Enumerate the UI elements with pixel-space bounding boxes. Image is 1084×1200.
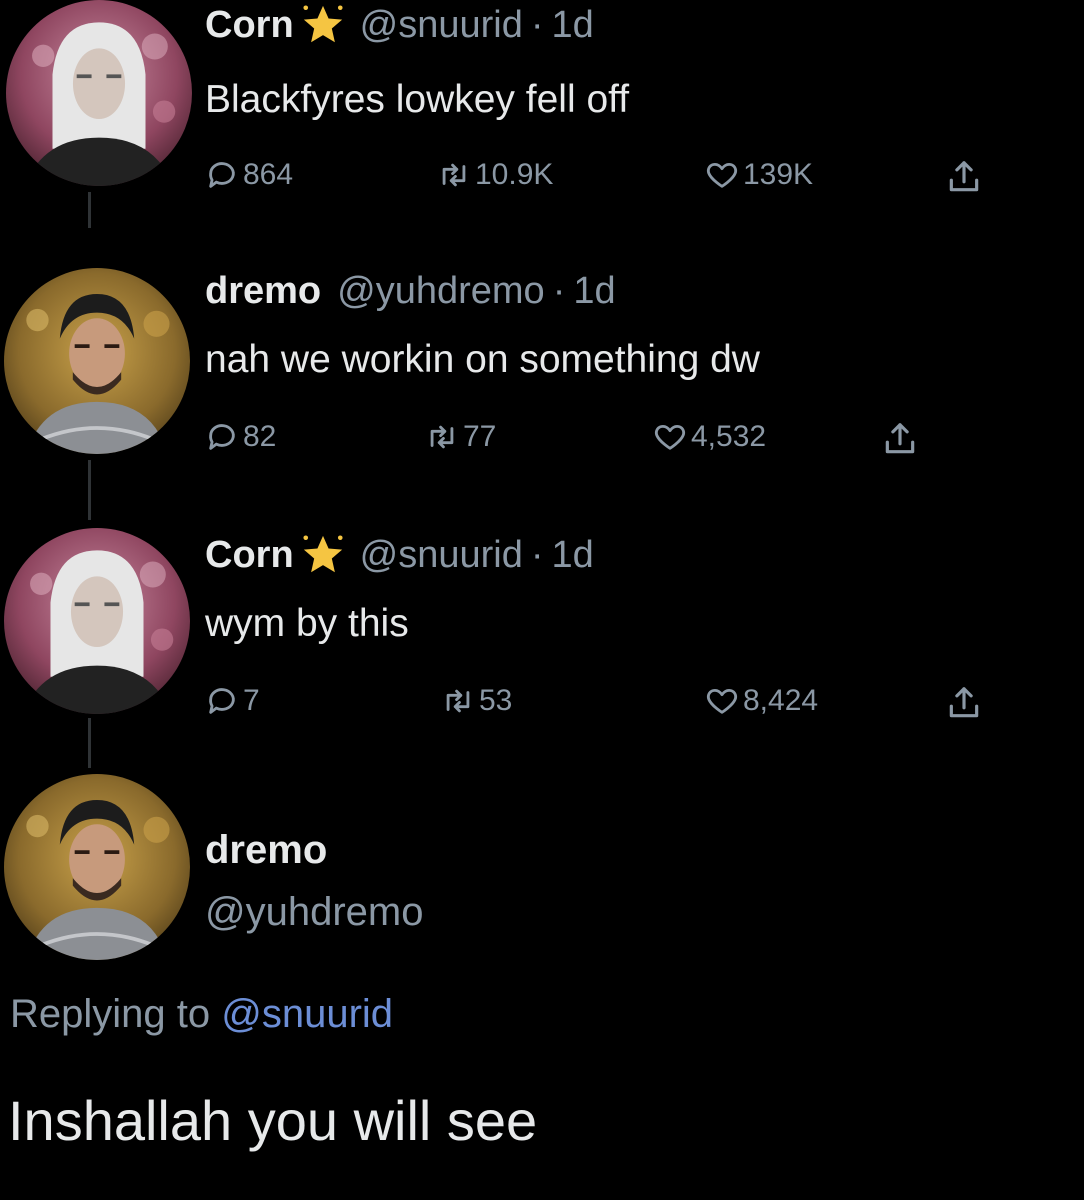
retweet-count: 77 [463,420,497,453]
handle[interactable]: @snuurid [360,4,523,46]
replying-to: Replying to @snuurid [10,992,393,1037]
tweet-text: nah we workin on something dw [205,338,760,381]
retweet-button[interactable]: 77 [425,420,496,454]
display-name[interactable]: dremo [205,828,327,873]
reply-count: 7 [243,684,260,717]
share-icon [881,420,919,458]
display-name[interactable]: dremo [205,270,321,313]
timestamp[interactable]: 1d [573,270,615,312]
share-icon [945,158,983,196]
thread-line [88,460,91,520]
tweet-text: Inshallah you will see [8,1089,538,1152]
like-button[interactable]: 4,532 [653,420,766,454]
reply-button[interactable]: 7 [205,684,260,718]
thread-line [88,192,91,228]
tweet-header: Corn @snuurid · 1d [205,532,594,578]
reply-icon [205,158,243,192]
handle[interactable]: @yuhdremo [205,890,423,935]
tweet-header: dremo @yuhdremo · 1d [205,270,616,313]
share-button[interactable] [881,420,919,458]
timestamp[interactable]: 1d [552,4,594,46]
like-count: 8,424 [743,684,819,717]
reply-icon [205,684,243,718]
like-button[interactable]: 139K [705,158,813,192]
reply-button[interactable]: 864 [205,158,293,192]
separator: · [530,533,544,576]
retweet-count: 53 [479,684,513,717]
heart-icon [705,158,743,192]
display-name[interactable]: Corn [205,534,294,577]
like-count: 4,532 [691,420,767,453]
like-button[interactable]: 8,424 [705,684,818,718]
heart-icon [705,684,743,718]
retweet-icon [425,420,463,454]
replying-prefix: Replying to [10,992,211,1036]
tweet-text: wym by this [205,602,409,645]
handle[interactable]: @snuurid [360,534,523,576]
share-icon [945,684,983,722]
retweet-icon [441,684,479,718]
reply-count: 82 [243,420,277,453]
timestamp[interactable]: 1d [552,534,594,576]
display-name[interactable]: Corn [205,4,294,47]
avatar[interactable] [4,268,190,454]
like-count: 139K [743,158,814,191]
retweet-button[interactable]: 10.9K [437,158,553,192]
tweet-text: Blackfyres lowkey fell off [205,78,630,121]
retweet-icon [437,158,475,192]
handle-time: @yuhdremo · 1d [337,270,616,313]
avatar[interactable] [4,528,190,714]
star-badge-icon [300,532,346,578]
reply-button[interactable]: 82 [205,420,276,454]
tweet-header: Corn @snuurid · 1d [205,2,594,48]
thread-line [88,718,91,768]
handle[interactable]: @yuhdremo [337,270,545,312]
handle-time: @snuurid · 1d [360,534,594,577]
star-badge-icon [300,2,346,48]
separator: · [552,270,566,312]
avatar[interactable] [4,774,190,960]
reply-icon [205,420,243,454]
handle-time: @snuurid · 1d [360,4,594,47]
mention-link[interactable]: @snuurid [221,992,393,1036]
avatar[interactable] [6,0,192,186]
separator: · [530,3,544,46]
reply-count: 864 [243,158,294,191]
share-button[interactable] [945,158,983,196]
retweet-button[interactable]: 53 [441,684,512,718]
retweet-count: 10.9K [475,158,554,191]
heart-icon [653,420,691,454]
share-button[interactable] [945,684,983,722]
